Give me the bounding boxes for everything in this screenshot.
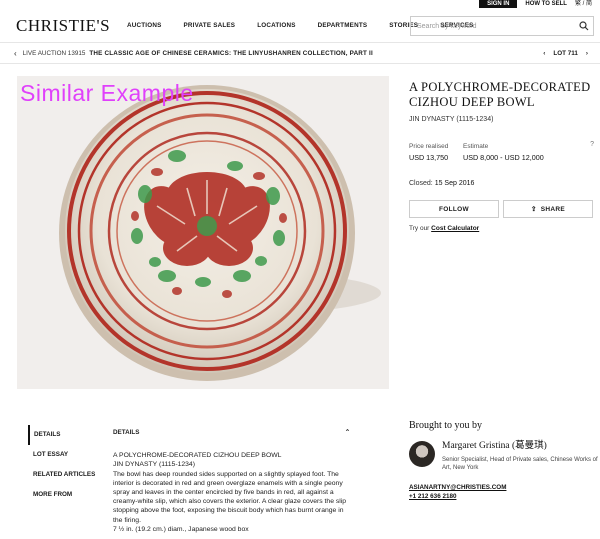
main-header: CHRISTIE'S AUCTIONS PRIVATE SALES LOCATI… (0, 10, 600, 42)
tab-lot-essay[interactable]: LOT ESSAY (28, 445, 102, 465)
chevron-up-icon[interactable]: ⌃ (345, 428, 350, 437)
specialist-card: Margaret Gristina (葛曼琪) Senior Specialis… (409, 441, 599, 472)
breadcrumb-auction-title[interactable]: THE CLASSIC AGE OF CHINESE CERAMICS: THE… (89, 50, 373, 57)
specialist-phone-link[interactable]: +1 212 636 2180 (409, 493, 599, 502)
action-buttons: FOLLOW ⇪ SHARE (409, 200, 594, 218)
breadcrumb: ‹ LIVE AUCTION 13915 THE CLASSIC AGE OF … (0, 42, 600, 64)
lot-info-panel: A POLYCHROME-DECORATED CIZHOU DEEP BOWL … (409, 80, 594, 232)
price-realised: Price realised USD 13,750 (409, 143, 463, 162)
share-label: SHARE (540, 205, 565, 213)
share-icon: ⇪ (530, 206, 537, 213)
details-dimensions: 7 ½ in. (19.2 cm.) diam., Japanese wood … (113, 525, 249, 533)
detail-tabs: DETAILS LOT ESSAY RELATED ARTICLES MORE … (28, 425, 102, 505)
similar-example-watermark: Similar Example (20, 80, 194, 106)
utility-bar: SIGN IN HOW TO SELL 繁 / 简 (479, 0, 592, 8)
christies-logo[interactable]: CHRISTIE'S (16, 16, 110, 36)
price-block: Price realised USD 13,750 Estimate USD 8… (409, 143, 594, 162)
closed-label: Closed: (409, 180, 433, 187)
details-section: DETAILS ⌃ A POLYCHROME-DECORATED CIZHOU … (113, 428, 350, 534)
details-heading: DETAILS (113, 429, 140, 436)
cost-calculator-line: Try our Cost Calculator (409, 225, 594, 232)
price-realised-value: USD 13,750 (409, 153, 449, 162)
how-to-sell-link[interactable]: HOW TO SELL (525, 0, 567, 8)
lot-dynasty: JIN DYNASTY (1115-1234) (409, 116, 494, 123)
estimate: Estimate USD 8,000 - USD 12,000 (463, 143, 583, 162)
search-icon[interactable] (575, 17, 593, 35)
estimate-label: Estimate (463, 143, 489, 150)
bowl-image (59, 85, 381, 381)
language-switch[interactable]: 繁 / 简 (575, 0, 592, 8)
chevron-left-icon[interactable]: ‹ (14, 49, 17, 58)
cost-calculator-link[interactable]: Cost Calculator (431, 225, 479, 232)
nav-departments[interactable]: DEPARTMENTS (318, 22, 368, 29)
details-description: The bowl has deep rounded sides supporte… (113, 470, 347, 524)
calc-prefix: Try our (409, 225, 430, 232)
breadcrumb-auction-number[interactable]: LIVE AUCTION 13915 (23, 50, 86, 57)
sign-in-button[interactable]: SIGN IN (479, 0, 518, 8)
lot-image[interactable]: Similar Example (17, 76, 389, 389)
brought-heading: Brought to you by (409, 420, 483, 431)
specialist-section: Brought to you by Margaret Gristina (葛曼琪… (409, 420, 599, 501)
help-icon[interactable]: ? (590, 141, 594, 148)
closed-date-value: 15 Sep 2016 (434, 180, 475, 187)
nav-auctions[interactable]: AUCTIONS (127, 22, 161, 29)
lot-number: LOT 711 (553, 49, 578, 57)
specialist-info: Margaret Gristina (葛曼琪) Senior Specialis… (442, 441, 599, 472)
avatar (409, 441, 435, 467)
details-header[interactable]: DETAILS ⌃ (113, 428, 350, 437)
price-realised-label: Price realised (409, 143, 449, 150)
search-placeholder: Search by keyword (417, 22, 477, 30)
prev-lot-icon[interactable]: ‹ (543, 50, 545, 57)
share-button[interactable]: ⇪ SHARE (503, 200, 593, 218)
search-input[interactable]: Search by keyword (410, 16, 594, 36)
tab-details[interactable]: DETAILS (28, 425, 102, 445)
lot-title: A POLYCHROME-DECORATED CIZHOU DEEP BOWL (409, 80, 591, 109)
closed-date: Closed: 15 Sep 2016 (409, 180, 594, 187)
details-title: A POLYCHROME-DECORATED CIZHOU DEEP BOWL (113, 452, 282, 460)
contact-block: ASIANARTNY@CHRISTIES.COM +1 212 636 2180 (409, 484, 599, 501)
next-lot-icon[interactable]: › (586, 50, 588, 57)
tab-more-from[interactable]: MORE FROM (28, 485, 102, 505)
lot-navigation: ‹ LOT 711 › (543, 50, 588, 57)
nav-locations[interactable]: LOCATIONS (257, 22, 295, 29)
follow-button[interactable]: FOLLOW (409, 200, 499, 218)
estimate-value: USD 8,000 - USD 12,000 (463, 153, 544, 162)
specialist-role: Senior Specialist, Head of Private sales… (442, 457, 598, 471)
details-dynasty: JIN DYNASTY (1115-1234) (113, 461, 195, 469)
nav-private-sales[interactable]: PRIVATE SALES (183, 22, 235, 29)
specialist-name: Margaret Gristina (葛曼琪) (442, 441, 547, 451)
specialist-email-link[interactable]: ASIANARTNY@CHRISTIES.COM (409, 484, 599, 493)
tab-related-articles[interactable]: RELATED ARTICLES (28, 465, 102, 485)
